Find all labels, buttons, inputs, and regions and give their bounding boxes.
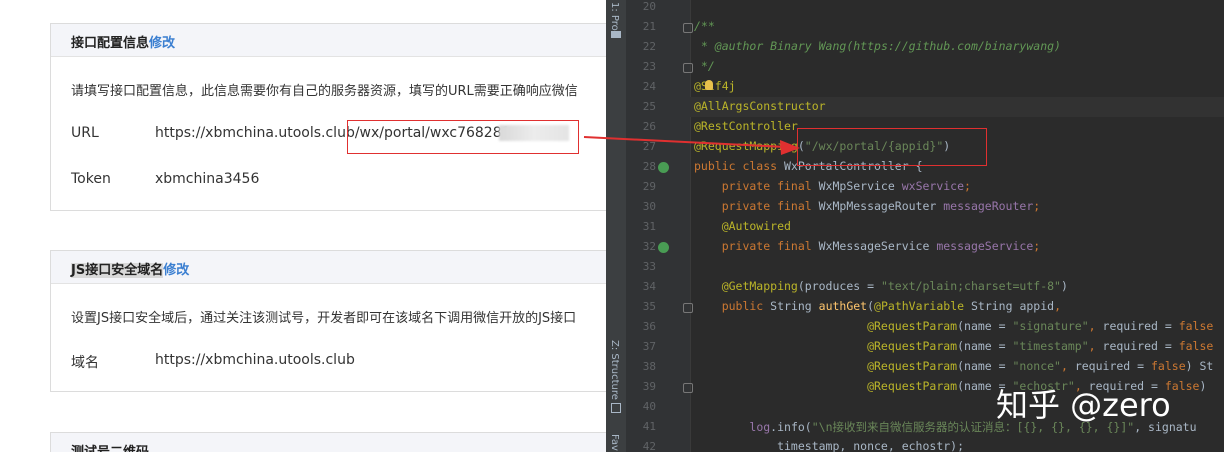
zhihu-watermark: 知乎 @zero [996,386,1171,424]
lightbulb-icon[interactable] [705,80,713,90]
